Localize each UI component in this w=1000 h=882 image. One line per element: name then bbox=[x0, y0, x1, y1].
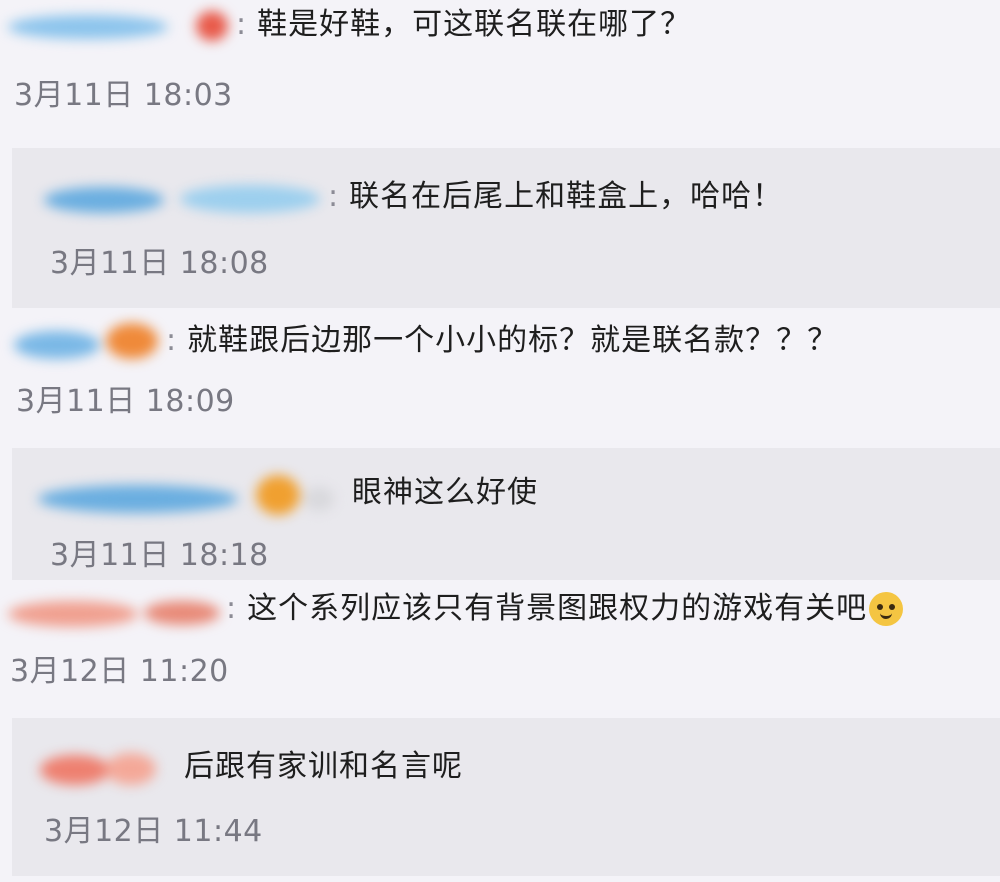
comment-timestamp: 3月11日 18:18 bbox=[50, 538, 269, 573]
separator-colon: : bbox=[166, 322, 178, 358]
comment-timestamp: 3月11日 18:09 bbox=[16, 384, 235, 419]
comment-timestamp: 3月11日 18:03 bbox=[14, 78, 233, 113]
comment-timestamp: 3月12日 11:20 bbox=[10, 654, 229, 689]
username-blurred[interactable] bbox=[10, 321, 160, 361]
username-blurred[interactable] bbox=[8, 5, 230, 45]
separator-colon: : bbox=[226, 590, 238, 626]
comment-item[interactable]: : 鞋是好鞋，可这联名联在哪了？ 3月11日 18:03 bbox=[0, 0, 1000, 142]
username-blurred[interactable] bbox=[4, 589, 220, 629]
comment-item[interactable]: : 就鞋跟后边那一个小小的标？就是联名款？？？ 3月11日 18:09 bbox=[0, 308, 1000, 448]
comment-text: 后跟有家训和名言呢 bbox=[184, 748, 463, 784]
comment-item[interactable]: : 这个系列应该只有背景图跟权力的游戏有关吧 3月12日 11:20 bbox=[0, 580, 1000, 716]
smirk-face-icon bbox=[869, 591, 904, 626]
comment-line: : 鞋是好鞋，可这联名联在哪了？ bbox=[8, 4, 691, 45]
comment-text: 鞋是好鞋，可这联名联在哪了？ bbox=[257, 6, 692, 42]
comment-text: 联名在后尾上和鞋盒上，哈哈！ bbox=[349, 178, 784, 214]
comment-timestamp: 3月11日 18:08 bbox=[50, 246, 269, 281]
username-blurred[interactable] bbox=[38, 747, 158, 787]
comment-text: 眼神这么好使 bbox=[352, 474, 538, 510]
comment-text: 这个系列应该只有背景图跟权力的游戏有关吧 bbox=[247, 590, 868, 626]
comment-line: : 这个系列应该只有背景图跟权力的游戏有关吧 bbox=[4, 588, 904, 629]
username-blurred[interactable] bbox=[40, 177, 322, 217]
comment-line: : 联名在后尾上和鞋盒上，哈哈！ bbox=[40, 176, 783, 217]
separator-colon: : bbox=[328, 178, 340, 214]
comment-text: 就鞋跟后边那一个小小的标？就是联名款？？？ bbox=[187, 322, 839, 358]
reply-item[interactable]: : 联名在后尾上和鞋盒上，哈哈！ 3月11日 18:08 bbox=[12, 148, 1000, 308]
separator-colon: : bbox=[236, 6, 248, 42]
username-blurred[interactable] bbox=[36, 473, 338, 515]
comment-line: 后跟有家训和名言呢 bbox=[38, 746, 463, 787]
reply-item[interactable]: 后跟有家训和名言呢 3月12日 11:44 bbox=[12, 718, 1000, 876]
reply-item[interactable]: 眼神这么好使 3月11日 18:18 bbox=[12, 448, 1000, 580]
comment-line: 眼神这么好使 bbox=[36, 472, 538, 515]
comment-timestamp: 3月12日 11:44 bbox=[44, 814, 263, 849]
comment-line: : 就鞋跟后边那一个小小的标？就是联名款？？？ bbox=[10, 320, 838, 361]
